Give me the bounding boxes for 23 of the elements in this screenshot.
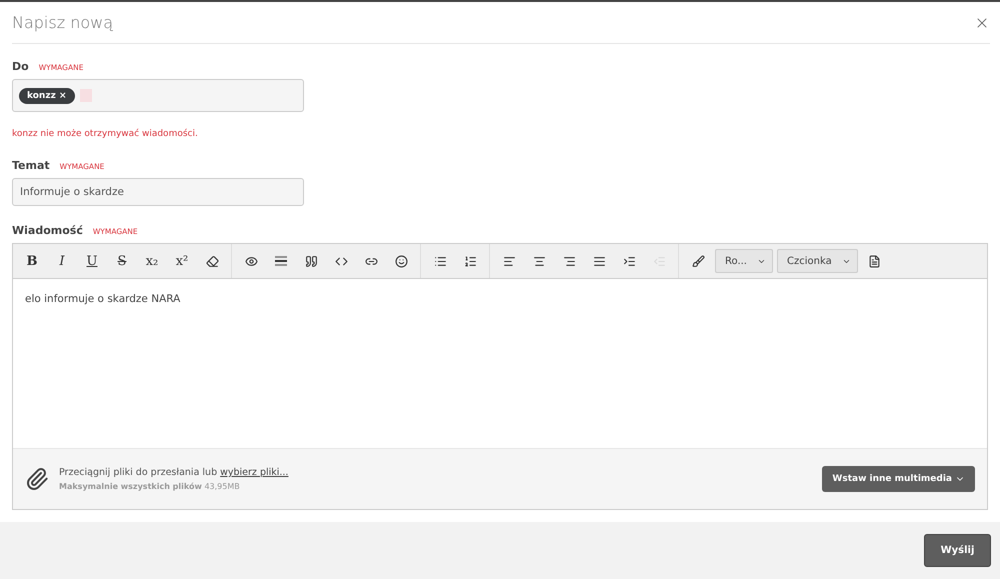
error-message: konzz nie może otrzymywać wiadomości. (12, 129, 199, 139)
recipient-field[interactable]: konzz × (12, 79, 304, 112)
bold-button[interactable]: B (19, 249, 45, 273)
italic-button[interactable]: I (49, 249, 75, 273)
recipient-chip[interactable]: konzz × (19, 88, 74, 104)
field-label: Wiadomość (12, 224, 83, 237)
field-label: Do (12, 60, 29, 73)
send-button[interactable]: Wyślij (924, 534, 991, 567)
paperclip-icon (25, 467, 49, 491)
rule-icon (274, 254, 288, 268)
dropdown[interactable]: Czcionka (776, 249, 858, 273)
underline-button[interactable]: U (79, 249, 105, 273)
subject-field[interactable]: Informuje o skardze (12, 178, 304, 206)
insert-media-button[interactable]: Wstaw inne multimedia (822, 466, 975, 492)
size-limit: Maksymalnie wszystkich plików 43,95MB (59, 482, 241, 491)
dropdown[interactable]: Ro... (715, 249, 773, 273)
field-label: Temat (12, 159, 50, 172)
sub-button[interactable]: x₂ (139, 249, 165, 273)
sup-button[interactable]: x² (169, 249, 195, 273)
dialog-title: Napisz nową (12, 13, 114, 32)
strike-button[interactable]: S (109, 249, 135, 273)
choose-files-link[interactable]: wybierz pliki... (220, 467, 288, 478)
upload-hint: Przeciągnij pliki do przesłania lub wybierz pliki... (59, 467, 290, 478)
